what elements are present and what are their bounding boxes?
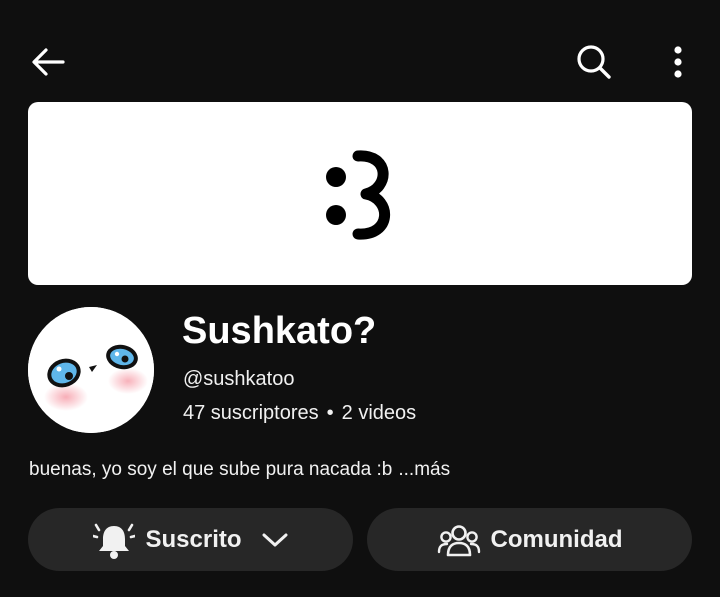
subscriber-count: 47 suscriptores bbox=[183, 402, 319, 424]
people-icon bbox=[437, 522, 481, 558]
community-label: Comunidad bbox=[490, 525, 623, 553]
description-text: buenas, yo soy el que sube pura nacada :… bbox=[29, 459, 393, 480]
more-vertical-icon bbox=[674, 46, 682, 78]
banner-face-image: :3 bbox=[326, 150, 390, 239]
avatar-face-image bbox=[28, 307, 154, 433]
channel-description[interactable]: buenas, yo soy el que sube pura nacada :… bbox=[29, 457, 450, 483]
channel-banner: :3 bbox=[28, 102, 692, 285]
channel-stats: 47 suscriptores • 2 videos bbox=[183, 400, 416, 426]
arrow-left-icon bbox=[32, 48, 65, 76]
channel-handle: @sushkatoo bbox=[183, 368, 295, 390]
bell-ringing-icon bbox=[93, 520, 136, 560]
stats-separator: • bbox=[326, 402, 334, 424]
search-button[interactable] bbox=[570, 38, 618, 86]
channel-avatar[interactable] bbox=[28, 307, 154, 433]
back-button[interactable] bbox=[24, 38, 72, 86]
video-count: 2 videos bbox=[341, 402, 417, 424]
chevron-down-icon bbox=[262, 532, 288, 548]
search-icon bbox=[577, 45, 611, 79]
more-options-button[interactable] bbox=[656, 38, 700, 86]
more-link[interactable]: ...más bbox=[398, 459, 450, 480]
subscribed-label: Suscrito bbox=[145, 525, 242, 553]
community-button[interactable]: Comunidad bbox=[367, 508, 692, 571]
top-app-bar bbox=[0, 0, 720, 100]
channel-name: Sushkato? bbox=[182, 310, 377, 352]
subscribed-button[interactable]: Suscrito bbox=[28, 508, 353, 571]
